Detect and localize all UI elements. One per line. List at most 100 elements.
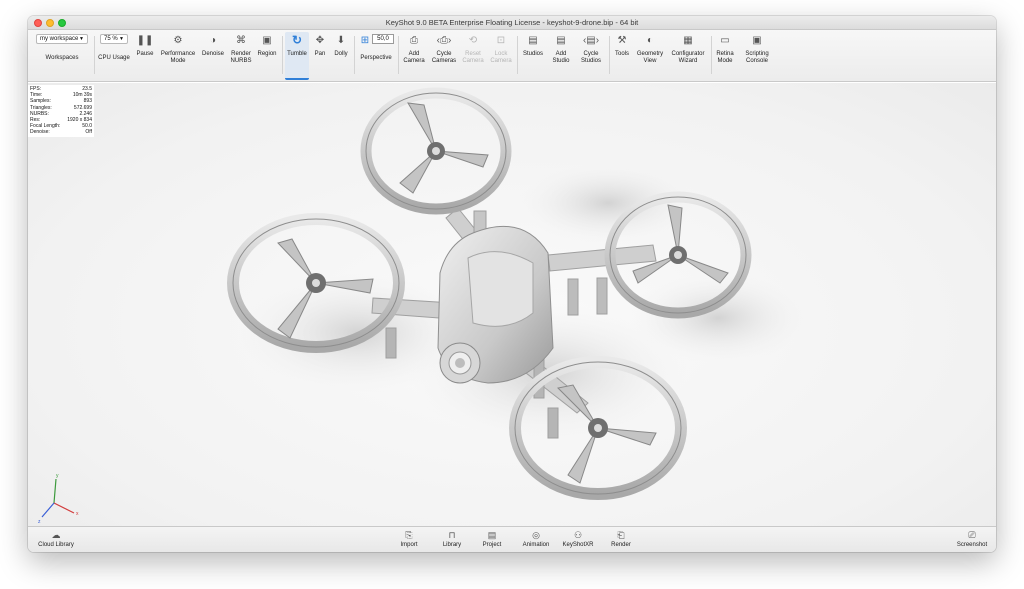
title-bar: KeyShot 9.0 BETA Enterprise Floating Lic…	[28, 16, 996, 30]
region-icon: ▣	[262, 34, 272, 46]
tools-label: Tools	[614, 51, 629, 57]
toolbar-divider	[609, 36, 610, 74]
tools-icon: ⚒	[617, 34, 627, 46]
bottom-bar: ☁ Cloud Library ⎘ Import ⊓ Library ▤ Pro…	[28, 526, 996, 552]
add-camera-button[interactable]: ⎙ Add Camera	[401, 32, 427, 65]
retina-mode-label: Retina Mode	[716, 51, 734, 64]
cycle-cameras-label: Cycle Cameras	[431, 51, 457, 64]
library-label: Library	[442, 542, 462, 548]
cpu-usage-value: 75 %	[104, 36, 118, 42]
cloud-library-button[interactable]: ☁ Cloud Library	[36, 530, 76, 548]
geometry-view-icon: ◐	[646, 34, 654, 46]
tumble-label: Tumble	[287, 51, 307, 57]
import-icon: ⎘	[405, 530, 413, 540]
cpu-usage-dropdown[interactable]: 75 % ▼	[100, 34, 128, 44]
perspective-icon: ⊞	[360, 34, 370, 46]
studios-button[interactable]: ▤ Studios	[520, 32, 546, 58]
pause-label: Pause	[136, 51, 154, 57]
render-label: Render	[611, 542, 631, 548]
configurator-wizard-label: Configurator Wizard	[671, 51, 705, 64]
screenshot-icon: ⎚	[968, 530, 976, 540]
tools-button[interactable]: ⚒ Tools	[611, 32, 633, 58]
denoise-label: Denoise	[201, 51, 224, 57]
render-icon: ⎗	[617, 530, 625, 540]
close-window-button[interactable]	[34, 19, 42, 27]
console-icon: ▣	[752, 34, 762, 46]
cpu-usage-label: CPU Usage	[98, 55, 130, 61]
dolly-icon: ⬇	[336, 34, 346, 46]
project-button[interactable]: ▤ Project	[477, 530, 507, 548]
add-camera-label: Add Camera	[403, 51, 425, 64]
minimize-window-button[interactable]	[46, 19, 54, 27]
window-title: KeyShot 9.0 BETA Enterprise Floating Lic…	[385, 18, 639, 27]
render-nurbs-label: Render NURBS	[230, 51, 252, 64]
drone-model[interactable]: y x z	[28, 83, 996, 526]
pan-button[interactable]: ✥ Pan	[311, 32, 329, 58]
reset-camera-button[interactable]: ⟲ Reset Camera	[460, 32, 486, 65]
import-label: Import	[400, 542, 418, 548]
studios-icon: ▤	[528, 34, 538, 46]
keyshotxr-icon: ⚇	[573, 530, 583, 540]
project-label: Project	[482, 542, 502, 548]
drone-body	[437, 225, 554, 384]
pan-label: Pan	[314, 51, 326, 57]
axis-y-label: y	[56, 473, 59, 479]
toolbar-divider	[398, 36, 399, 74]
perspective-button[interactable]: Perspective	[356, 52, 396, 62]
animation-label: Animation	[522, 542, 550, 548]
project-icon: ▤	[487, 530, 497, 540]
monitor-icon: ▭	[720, 34, 730, 46]
pause-button[interactable]: ❚❚ Pause	[132, 32, 158, 58]
toolbar-divider	[94, 36, 95, 74]
focal-length-input[interactable]: 50,0	[372, 34, 394, 44]
configurator-icon: ▦	[683, 34, 693, 46]
toolbar-divider	[517, 36, 518, 74]
perspective-label: Perspective	[360, 55, 392, 61]
dolly-button[interactable]: ⬇ Dolly	[330, 32, 352, 58]
axis-gizmo: y x z	[38, 473, 79, 525]
cycle-studios-icon: ‹▤›	[582, 34, 600, 46]
render-button[interactable]: ⎗ Render	[606, 530, 636, 548]
screenshot-button[interactable]: ⎚ Screenshot	[954, 530, 990, 548]
toolbar-divider	[354, 36, 355, 74]
library-button[interactable]: ⊓ Library	[437, 530, 467, 548]
keyshotxr-button[interactable]: ⚇ KeyShotXR	[560, 530, 596, 548]
animation-button[interactable]: ◎ Animation	[518, 530, 554, 548]
studios-label: Studios	[522, 51, 543, 57]
toolbar-divider	[282, 36, 283, 74]
keyshotxr-label: KeyShotXR	[562, 542, 594, 548]
zoom-window-button[interactable]	[58, 19, 66, 27]
cloud-library-label: Cloud Library	[38, 542, 74, 548]
geometry-view-label: Geometry View	[636, 51, 664, 64]
lock-camera-button[interactable]: ⊡ Lock Camera	[488, 32, 514, 65]
tumble-button[interactable]: ↻ Tumble	[285, 32, 309, 80]
chevron-down-icon: ▼	[119, 36, 124, 42]
workspaces-label: Workspaces	[45, 55, 79, 61]
add-studio-button[interactable]: ▤ Add Studio	[548, 32, 574, 65]
render-nurbs-button[interactable]: ⌘ Render NURBS	[228, 32, 254, 65]
region-button[interactable]: ▣ Region	[255, 32, 279, 58]
render-viewport[interactable]: FPS: 23.5 Time: 10m 39s Samples: 893 Triang…	[28, 83, 996, 526]
pause-icon: ❚❚	[136, 34, 154, 46]
geometry-view-button[interactable]: ◐ Geometry View	[634, 32, 666, 65]
performance-icon: ⚙	[173, 34, 183, 46]
tumble-icon: ↻	[291, 33, 303, 47]
cycle-cameras-button[interactable]: ‹⎙› Cycle Cameras	[430, 32, 458, 65]
workspace-dropdown[interactable]: my workspace ▼	[36, 34, 88, 44]
pan-icon: ✥	[315, 34, 325, 46]
configurator-wizard-button[interactable]: ▦ Configurator Wizard	[668, 32, 708, 65]
toolbar-divider	[711, 36, 712, 74]
rotor-front-left	[360, 87, 512, 215]
reset-camera-label: Reset Camera	[462, 51, 484, 64]
perspective-icon-wrap: ⊞	[358, 32, 372, 48]
scripting-console-button[interactable]: ▣ Scripting Console	[740, 32, 774, 65]
cycle-studios-button[interactable]: ‹▤› Cycle Studios	[576, 32, 606, 65]
denoise-button[interactable]: ◑ Denoise	[199, 32, 227, 58]
performance-mode-button[interactable]: ⚙ Performance Mode	[159, 32, 197, 65]
workspaces-button[interactable]: Workspaces	[36, 52, 88, 62]
lock-icon: ⊡	[496, 34, 506, 46]
retina-mode-button[interactable]: ▭ Retina Mode	[713, 32, 737, 65]
animation-icon: ◎	[532, 530, 540, 540]
cpu-usage-button[interactable]: CPU Usage	[98, 52, 130, 62]
import-button[interactable]: ⎘ Import	[394, 530, 424, 548]
